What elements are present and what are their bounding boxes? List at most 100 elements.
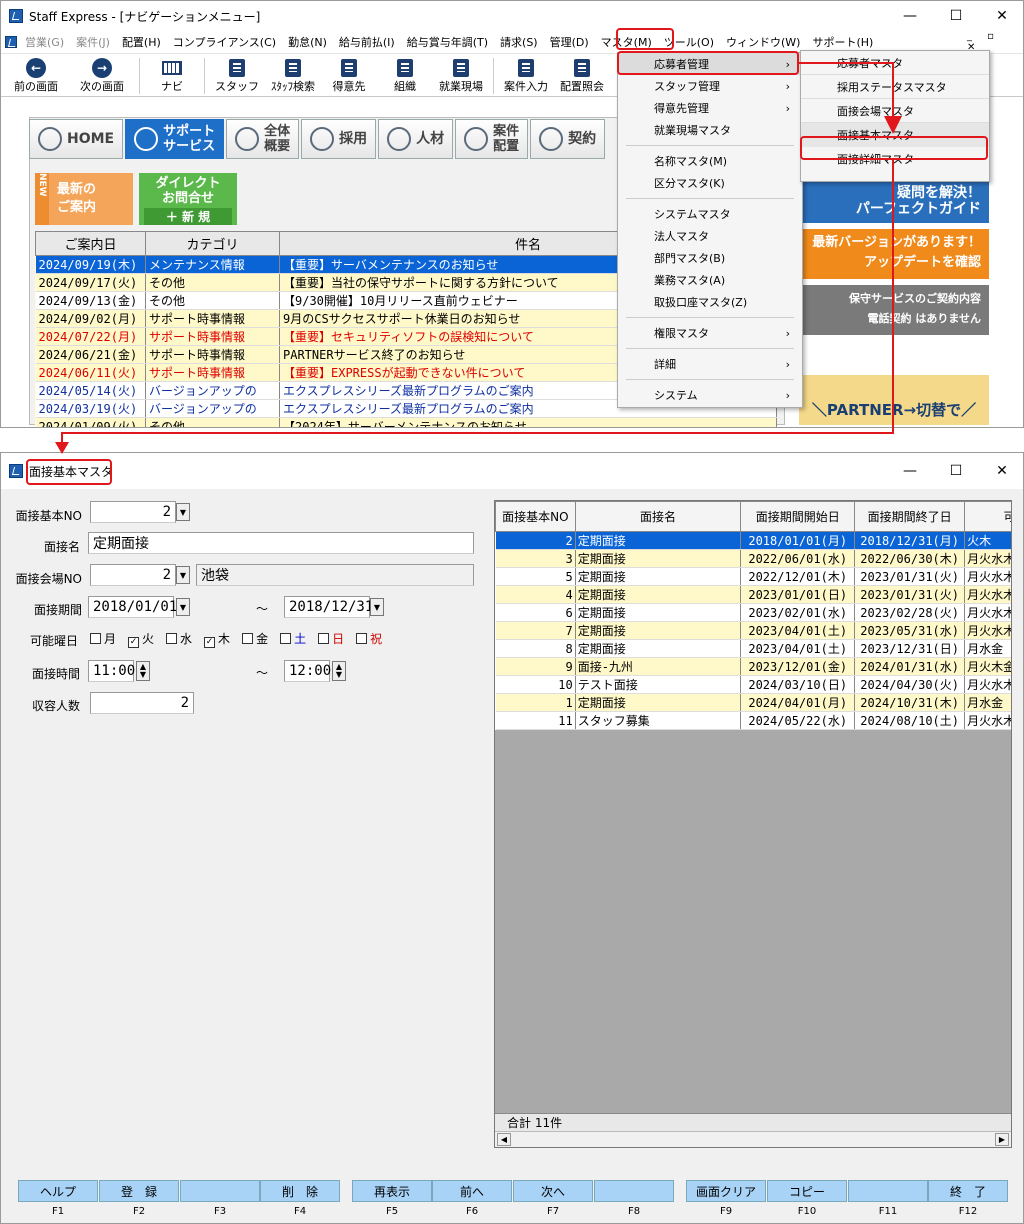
fkey-number: F10	[797, 1206, 817, 1217]
no-field[interactable]: 2	[90, 501, 176, 523]
day-checkbox[interactable]: 金	[242, 630, 268, 648]
chevron-down-icon[interactable]: ▼	[176, 566, 190, 584]
grid-cell: 2023/01/31(火)	[854, 567, 966, 586]
grid-cell: 月火水木	[964, 549, 1011, 568]
grid-cell: 2018/12/31(月)	[854, 531, 966, 550]
grid-header[interactable]: 面接期間開始日	[740, 501, 856, 532]
grid-row[interactable]: 2 定期面接 2018/01/01(月) 2018/12/31(月) 火木	[495, 531, 1011, 550]
fkey-f12-button[interactable]: 終 了	[928, 1180, 1008, 1202]
fkey-number: F4	[293, 1206, 307, 1217]
day-checkbox[interactable]: 日	[318, 630, 344, 648]
grid-header[interactable]: 可	[964, 501, 1011, 532]
fkey-f9-button[interactable]: 画面クリア	[686, 1180, 766, 1202]
grid-row[interactable]: 10 テスト面接 2024/03/10(日) 2024/04/30(火) 月火水木	[495, 675, 1011, 694]
grid-header[interactable]: 面接期間終了日	[854, 501, 966, 532]
grid-cell: 2	[495, 531, 576, 550]
fkey-number: F12	[958, 1206, 978, 1217]
fkey-number: F1	[51, 1206, 65, 1217]
chevron-down-icon[interactable]: ▼	[176, 503, 190, 521]
grid-cell: 定期面接	[575, 585, 742, 604]
day-label: 土	[294, 632, 307, 646]
venue-name-field: 池袋	[196, 564, 474, 586]
day-checkbox[interactable]: ✓ 木	[204, 630, 230, 648]
day-checkbox[interactable]: ✓ 火	[128, 630, 154, 648]
grid-cell: 定期面接	[575, 549, 742, 568]
grid-cell: 月火水木	[964, 621, 1011, 640]
period-end-field[interactable]: 2018/12/31	[284, 596, 373, 618]
grid-row[interactable]: 3 定期面接 2022/06/01(水) 2022/06/30(木) 月火水木	[495, 549, 1011, 568]
name-field[interactable]: 定期面接	[88, 532, 474, 554]
day-checkbox[interactable]: 祝	[356, 630, 382, 648]
chevron-down-icon[interactable]: ▼	[176, 598, 190, 616]
time-label: 面接時間	[31, 667, 80, 681]
fkey-f2-button[interactable]: 登 録	[99, 1180, 179, 1202]
chevron-down-icon[interactable]: ▼	[370, 598, 384, 616]
period-start-field[interactable]: 2018/01/01	[88, 596, 177, 618]
fkey-f10-button[interactable]: コピー	[767, 1180, 847, 1202]
grid-row[interactable]: 7 定期面接 2023/04/01(土) 2023/05/31(水) 月火水木	[495, 621, 1011, 640]
grid-cell: 2023/12/01(金)	[740, 657, 856, 676]
time-end-spinner[interactable]: ▲ ▼	[332, 661, 346, 681]
fkey-number: F7	[546, 1206, 560, 1217]
grid-footer: 合計 11件	[495, 1113, 1011, 1131]
fkey-f3-button[interactable]	[180, 1180, 260, 1202]
scroll-right-icon[interactable]: ▶	[995, 1133, 1009, 1146]
day-checkbox[interactable]: 水	[166, 630, 192, 648]
scroll-left-icon[interactable]: ◀	[497, 1133, 511, 1146]
fkey-number: F11	[878, 1206, 898, 1217]
fkey-f6-button[interactable]: 前へ	[432, 1180, 512, 1202]
capacity-field[interactable]: 2	[90, 692, 194, 714]
grid-cell: 定期面接	[575, 603, 742, 622]
days-checkboxes: 月 ✓ 火水 ✓ 木金 土日祝	[90, 630, 394, 648]
name-label: 面接名	[43, 540, 80, 554]
time-tilde: ～	[256, 666, 269, 680]
time-end-field[interactable]: 12:00	[284, 660, 331, 682]
grid-cell: 2024/01/31(水)	[854, 657, 966, 676]
time-start-field[interactable]: 11:00	[88, 660, 135, 682]
grid-cell: 定期面接	[575, 531, 742, 550]
fkey-number: F5	[385, 1206, 399, 1217]
grid-row[interactable]: 9 面接-九州 2023/12/01(金) 2024/01/31(水) 月火木金	[495, 657, 1011, 676]
fkey-number: F3	[213, 1206, 227, 1217]
grid-cell: 2024/05/22(水)	[740, 711, 856, 730]
fkey-f5-button[interactable]: 再表示	[352, 1180, 432, 1202]
checkbox-icon	[166, 633, 178, 644]
days-label: 可能曜日	[29, 634, 78, 648]
grid-cell: 火木	[964, 531, 1011, 550]
period-tilde: ～	[256, 602, 269, 616]
grid-header[interactable]: 面接名	[574, 501, 742, 532]
time-start-spinner[interactable]: ▲ ▼	[136, 661, 150, 681]
venue-no-field[interactable]: 2	[90, 564, 176, 586]
fkey-f7-button[interactable]: 次へ	[513, 1180, 593, 1202]
grid-cell: 1	[495, 693, 576, 712]
fkey-f1-button[interactable]: ヘルプ	[18, 1180, 98, 1202]
fkey-number: F8	[627, 1206, 641, 1217]
grid-cell: 月火水木	[964, 711, 1011, 730]
fkey-number: F6	[465, 1206, 479, 1217]
horizontal-scrollbar[interactable]: ◀ ▶	[495, 1131, 1011, 1147]
grid-cell: テスト面接	[575, 675, 742, 694]
day-label: 木	[218, 632, 231, 646]
grid-cell: 11	[495, 711, 576, 730]
venue-label: 面接会場NO	[15, 572, 82, 586]
fkey-number: F2	[132, 1206, 146, 1217]
fkey-f11-button[interactable]	[848, 1180, 928, 1202]
day-checkbox[interactable]: 月	[90, 630, 116, 648]
grid-row[interactable]: 5 定期面接 2022/12/01(木) 2023/01/31(火) 月火水木	[495, 567, 1011, 586]
grid-cell: 月水金	[964, 693, 1011, 712]
fkey-f4-button[interactable]: 削 除	[260, 1180, 340, 1202]
fkey-f8-button[interactable]	[594, 1180, 674, 1202]
grid-cell: 2022/12/01(木)	[740, 567, 856, 586]
grid-row[interactable]: 6 定期面接 2023/02/01(水) 2023/02/28(火) 月火水木	[495, 603, 1011, 622]
checkbox-icon	[318, 633, 330, 644]
day-checkbox[interactable]: 土	[280, 630, 306, 648]
grid-row[interactable]: 4 定期面接 2023/01/01(日) 2023/01/31(火) 月火水木	[495, 585, 1011, 604]
grid-header[interactable]: 面接基本NO	[495, 501, 576, 532]
capacity-label: 収容人数	[31, 699, 80, 713]
grid-cell: 9	[495, 657, 576, 676]
grid-row[interactable]: 1 定期面接 2024/04/01(月) 2024/10/31(木) 月水金	[495, 693, 1011, 712]
grid-row[interactable]: 8 定期面接 2023/04/01(土) 2023/12/31(日) 月水金	[495, 639, 1011, 658]
grid-cell: 月火木金	[964, 657, 1011, 676]
grid-row[interactable]: 11 スタッフ募集 2024/05/22(水) 2024/08/10(土) 月火水木	[495, 711, 1011, 730]
grid-cell: 2024/03/10(日)	[740, 675, 856, 694]
